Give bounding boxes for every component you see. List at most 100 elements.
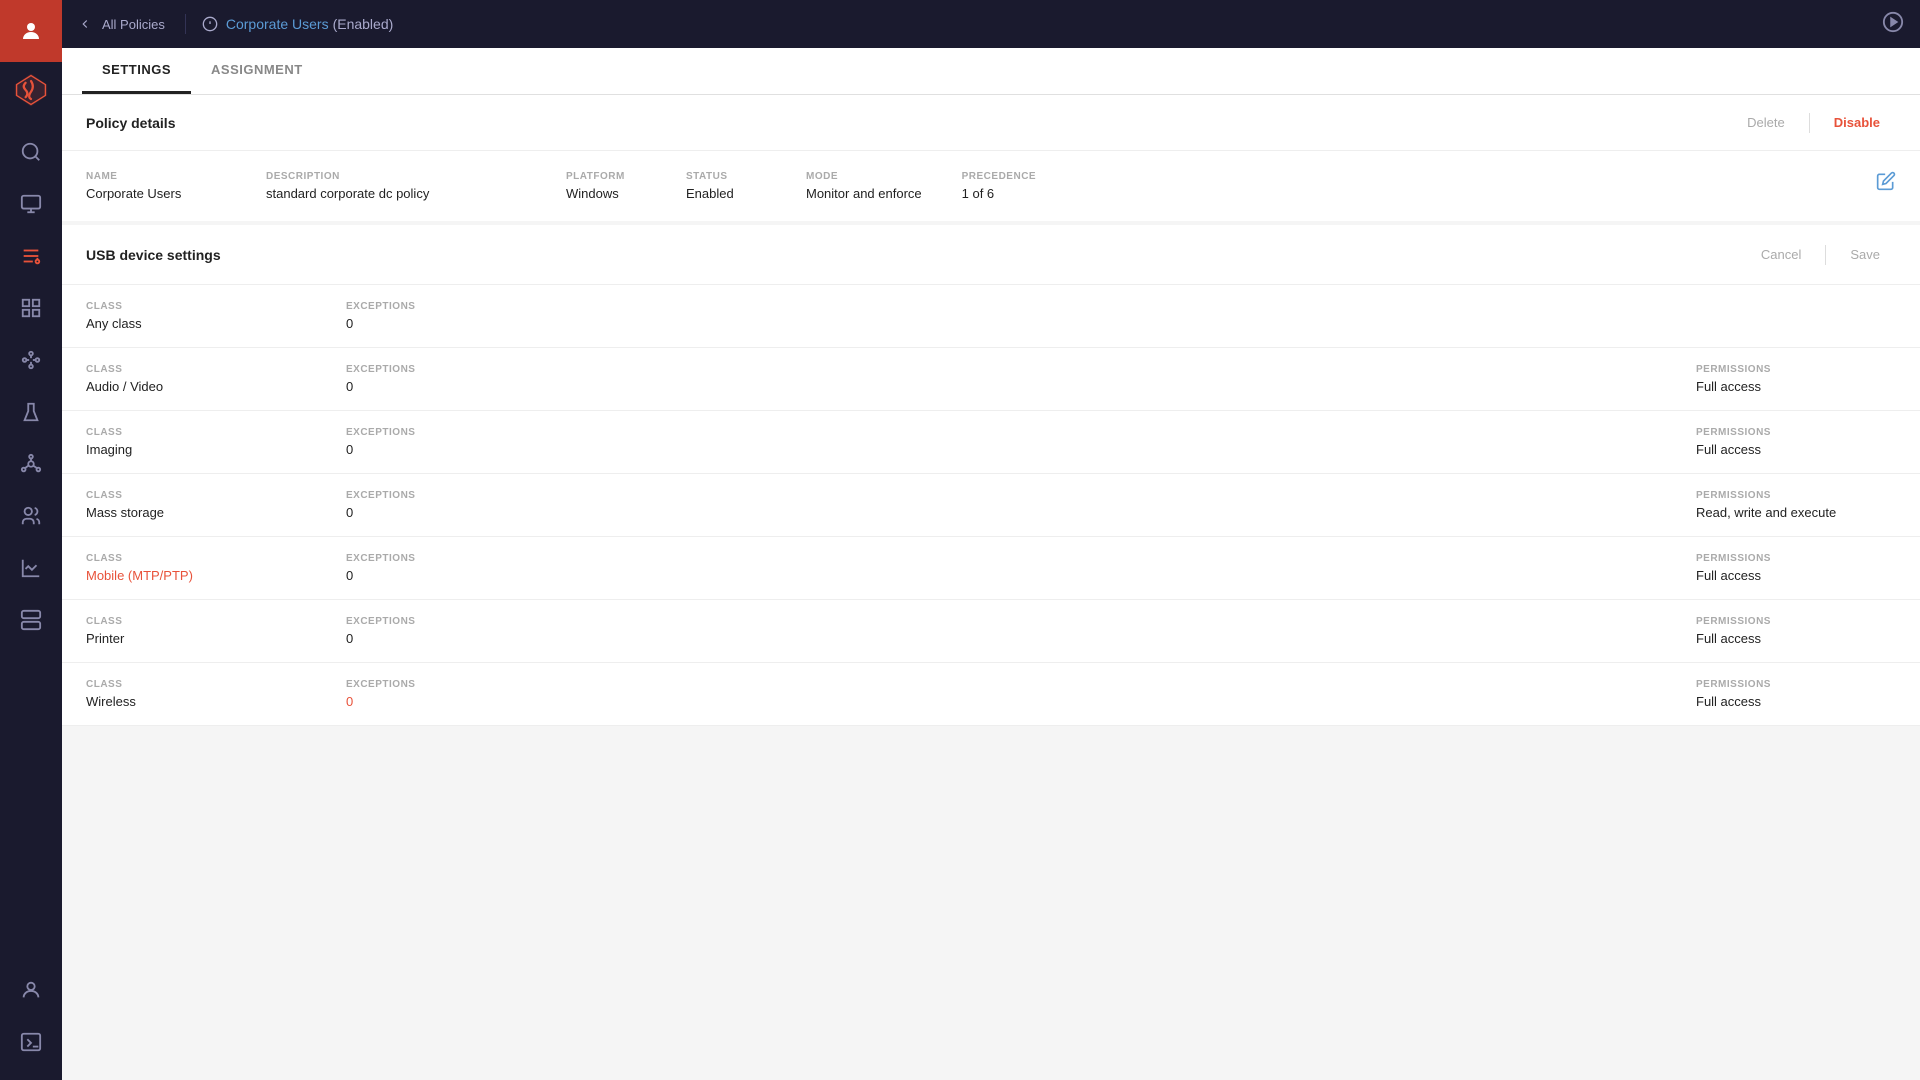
policy-name: Corporate Users [226,16,329,32]
wireless-permissions-value: Full access [1696,694,1896,709]
delete-button[interactable]: Delete [1731,109,1801,136]
status-value: Enabled [686,186,766,201]
wireless-exceptions-value[interactable]: 0 [346,694,466,709]
any-class-exceptions-label: EXCEPTIONS [346,301,466,312]
wireless-class-label: CLASS [86,679,306,690]
printer-permissions-field: PERMISSIONS Full access [1696,616,1896,646]
sidebar-item-grid[interactable] [0,282,62,334]
usb-settings-section: USB device settings Cancel Save CLASS An… [62,225,1920,726]
avatar[interactable] [0,0,62,62]
cancel-button[interactable]: Cancel [1745,241,1817,268]
imaging-permissions-label: PERMISSIONS [1696,427,1896,438]
imaging-permissions-field: PERMISSIONS Full access [1696,427,1896,457]
topbar: All Policies Corporate Users (Enabled) [62,0,1920,48]
sidebar-item-graph[interactable] [0,334,62,386]
mass-storage-class-label: CLASS [86,490,306,501]
mode-value: Monitor and enforce [806,186,922,201]
audio-video-class-field: CLASS Audio / Video [86,364,306,394]
back-button[interactable]: All Policies [78,17,185,32]
wireless-permissions-label: PERMISSIONS [1696,679,1896,690]
audio-video-exceptions-label: EXCEPTIONS [346,364,466,375]
topbar-separator [185,14,186,34]
usb-row-imaging: CLASS Imaging EXCEPTIONS 0 PERMISSIONS F… [62,411,1920,474]
platform-label: PLATFORM [566,171,646,182]
sidebar-item-flask[interactable] [0,386,62,438]
usb-row-printer: CLASS Printer EXCEPTIONS 0 PERMISSIONS F… [62,600,1920,663]
mass-storage-permissions-field: PERMISSIONS Read, write and execute [1696,490,1896,520]
mobile-permissions-label: PERMISSIONS [1696,553,1896,564]
mobile-exceptions-field: EXCEPTIONS 0 [346,553,466,583]
precedence-value: 1 of 6 [962,186,1042,201]
mode-label: MODE [806,171,922,182]
name-value: Corporate Users [86,186,226,201]
sidebar-item-users[interactable] [0,490,62,542]
wireless-permissions-field: PERMISSIONS Full access [1696,679,1896,709]
sidebar-item-policies[interactable] [0,230,62,282]
policy-details-section: Policy details Delete Disable NAME Corpo… [62,95,1920,221]
wireless-class-value: Wireless [86,694,306,709]
wireless-exceptions-label: EXCEPTIONS [346,679,466,690]
usb-row-any-class: CLASS Any class EXCEPTIONS 0 [62,285,1920,348]
tab-settings[interactable]: SETTINGS [82,48,191,94]
any-class-value: Any class [86,316,306,331]
content-area: Policy details Delete Disable NAME Corpo… [62,95,1920,1080]
status-label: STATUS [686,171,766,182]
sidebar-bottom [0,964,62,1080]
usb-settings-title: USB device settings [86,247,1745,263]
usb-row-audio-video: CLASS Audio / Video EXCEPTIONS 0 PERMISS… [62,348,1920,411]
play-button[interactable] [1882,11,1904,38]
edit-policy-button[interactable] [1876,171,1896,191]
mobile-exceptions-value: 0 [346,568,466,583]
wireless-class-field: CLASS Wireless [86,679,306,709]
audio-video-class-label: CLASS [86,364,306,375]
name-label: NAME [86,171,226,182]
imaging-class-field: CLASS Imaging [86,427,306,457]
sidebar-item-server[interactable] [0,594,62,646]
mobile-permissions-value: Full access [1696,568,1896,583]
policy-platform-field: PLATFORM Windows [566,171,646,201]
policy-details-title: Policy details [86,115,1731,131]
sidebar-item-user-bottom[interactable] [0,964,62,1016]
description-value: standard corporate dc policy [266,186,526,201]
imaging-exceptions-field: EXCEPTIONS 0 [346,427,466,457]
audio-video-permissions-field: PERMISSIONS Full access [1696,364,1896,394]
sidebar-item-graph2[interactable] [0,542,62,594]
any-class-exceptions-field: EXCEPTIONS 0 [346,301,466,331]
sidebar-item-network[interactable] [0,438,62,490]
policy-status-badge: (Enabled) [333,16,394,32]
sidebar-item-monitor[interactable] [0,178,62,230]
policy-mode-field: MODE Monitor and enforce [806,171,922,201]
imaging-class-value: Imaging [86,442,306,457]
sidebar-nav [0,118,62,964]
usb-row-mobile: CLASS Mobile (MTP/PTP) EXCEPTIONS 0 PERM… [62,537,1920,600]
mass-storage-permissions-label: PERMISSIONS [1696,490,1896,501]
policy-status-field: STATUS Enabled [686,171,766,201]
mass-storage-permissions-value: Read, write and execute [1696,505,1896,520]
mass-storage-exceptions-value: 0 [346,505,466,520]
tabs-bar: SETTINGS ASSIGNMENT [62,48,1920,95]
mobile-class-field: CLASS Mobile (MTP/PTP) [86,553,306,583]
mobile-class-value[interactable]: Mobile (MTP/PTP) [86,568,306,583]
printer-class-field: CLASS Printer [86,616,306,646]
disable-button[interactable]: Disable [1818,109,1896,136]
wireless-exceptions-field: EXCEPTIONS 0 [346,679,466,709]
audio-video-permissions-label: PERMISSIONS [1696,364,1896,375]
imaging-permissions-value: Full access [1696,442,1896,457]
tab-assignment[interactable]: ASSIGNMENT [191,48,323,94]
imaging-exceptions-label: EXCEPTIONS [346,427,466,438]
precedence-label: PRECEDENCE [962,171,1042,182]
save-button[interactable]: Save [1834,241,1896,268]
audio-video-exceptions-value: 0 [346,379,466,394]
topbar-actions [1882,11,1904,38]
printer-permissions-value: Full access [1696,631,1896,646]
policy-icon [202,16,218,32]
printer-exceptions-value: 0 [346,631,466,646]
audio-video-exceptions-field: EXCEPTIONS 0 [346,364,466,394]
policy-precedence-field: PRECEDENCE 1 of 6 [962,171,1042,201]
printer-permissions-label: PERMISSIONS [1696,616,1896,627]
imaging-class-label: CLASS [86,427,306,438]
usb-row-wireless: CLASS Wireless EXCEPTIONS 0 PERMISSIONS … [62,663,1920,726]
sidebar-item-terminal[interactable] [0,1016,62,1068]
sidebar-item-search[interactable] [0,126,62,178]
policy-name-field: NAME Corporate Users [86,171,226,201]
